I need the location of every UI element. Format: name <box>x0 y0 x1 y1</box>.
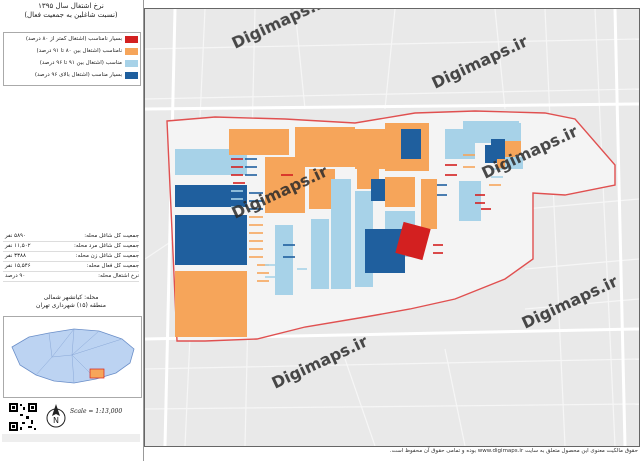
stat-row: جمعیت کل فعال محله: ۱۵,۵۴۶ نفر <box>3 262 139 272</box>
map-title: نرخ اشتغال سال ۱۳۹۵ (نسبت شاغلین به جمعی… <box>2 2 140 20</box>
legend-label: نامناسب (اشتغال بین ۸۰ تا ۹۱ درصد) <box>36 48 123 54</box>
legend-swatch-very-good <box>125 72 138 79</box>
map-title-line1: نرخ اشتغال سال ۱۳۹۵ <box>38 2 104 10</box>
stat-label: جمعیت کل شاغل مرد محله: <box>74 243 139 249</box>
stat-value: ۳۳۸۸ نفر <box>5 253 26 259</box>
stat-label: نرخ اشتغال محله: <box>98 273 139 279</box>
stat-row: جمعیت کل شاغل زن محله: ۳۳۸۸ نفر <box>3 252 139 262</box>
inset-highlight <box>89 368 105 379</box>
north-arrow-icon: N <box>46 404 66 428</box>
watermark: Digimaps.ir <box>269 332 371 393</box>
zone-poor <box>175 271 247 337</box>
copyright-footer: حقوق مالکیت معنوی این محصول متعلق به سای… <box>389 448 638 454</box>
map-graphic: Digimaps.ir Digimaps.ir Digimaps.ir Digi… <box>145 9 639 446</box>
legend-item-very-poor: بسیار نامناسب (اشتغال کمتر از ۸۰ درصد) <box>6 34 138 45</box>
stat-label: جمعیت کل شاغل محله: <box>84 233 139 239</box>
map-sidebar: نرخ اشتغال سال ۱۳۹۵ (نسبت شاغلین به جمعی… <box>0 0 144 461</box>
legend-item-good: مناسب (اشتغال بین ۹۱ تا ۹۶ درصد) <box>6 58 138 69</box>
legend-swatch-very-poor <box>125 36 138 43</box>
stat-row: جمعیت کل شاغل مرد محله: ۱۱,۵۰۲ نفر <box>3 242 139 252</box>
stat-row: جمعیت کل شاغل محله: ۵۸۹۰ نفر <box>3 232 139 242</box>
map-title-line2: (نسبت شاغلین به جمعیت فعال) <box>24 11 118 19</box>
legend-item-poor: نامناسب (اشتغال بین ۸۰ تا ۹۱ درصد) <box>6 46 138 57</box>
stat-value: ۵۸۹۰ نفر <box>5 233 26 239</box>
watermark: Digimaps.ir <box>429 32 531 93</box>
stat-value: ۹۰ درصد <box>5 273 26 279</box>
legend-item-very-good: بسیار مناسب (اشتغال بالای ۹۶ درصد) <box>6 70 138 81</box>
legend-swatch-poor <box>125 48 138 55</box>
neighborhood-name: محله: کیانشهر شمالی <box>43 294 99 301</box>
inset-map-graphic <box>11 328 135 384</box>
legend-label: مناسب (اشتغال بین ۹۱ تا ۹۶ درصد) <box>39 60 122 66</box>
district-name: منطقه (۱۵) شهرداری تهران <box>36 302 106 309</box>
stats-table: جمعیت کل شاغل محله: ۵۸۹۰ نفر جمعیت کل شا… <box>3 232 139 282</box>
map-legend: بسیار نامناسب (اشتغال کمتر از ۸۰ درصد) ن… <box>3 32 141 86</box>
stat-label: جمعیت کل فعال محله: <box>86 263 139 269</box>
scale-label: Scale = 1:13,000 <box>70 408 123 415</box>
stat-row: نرخ اشتغال محله: ۹۰ درصد <box>3 272 139 282</box>
north-label: N <box>53 416 59 425</box>
location-inset-map <box>3 316 142 398</box>
legend-label: بسیار نامناسب (اشتغال کمتر از ۸۰ درصد) <box>25 36 122 42</box>
qr-code-icon <box>8 402 38 432</box>
area-label: محله: کیانشهر شمالی منطقه (۱۵) شهرداری ت… <box>3 294 139 310</box>
legend-label: بسیار مناسب (اشتغال بالای ۹۶ درصد) <box>34 72 122 78</box>
stat-value: ۱۱,۵۰۲ نفر <box>5 243 31 249</box>
map-canvas[interactable]: Digimaps.ir Digimaps.ir Digimaps.ir Digi… <box>144 8 640 447</box>
stat-value: ۱۵,۵۴۶ نفر <box>5 263 31 269</box>
legend-swatch-good <box>125 60 138 67</box>
stat-label: جمعیت کل شاغل زن محله: <box>75 253 139 259</box>
source-strip <box>2 434 140 442</box>
